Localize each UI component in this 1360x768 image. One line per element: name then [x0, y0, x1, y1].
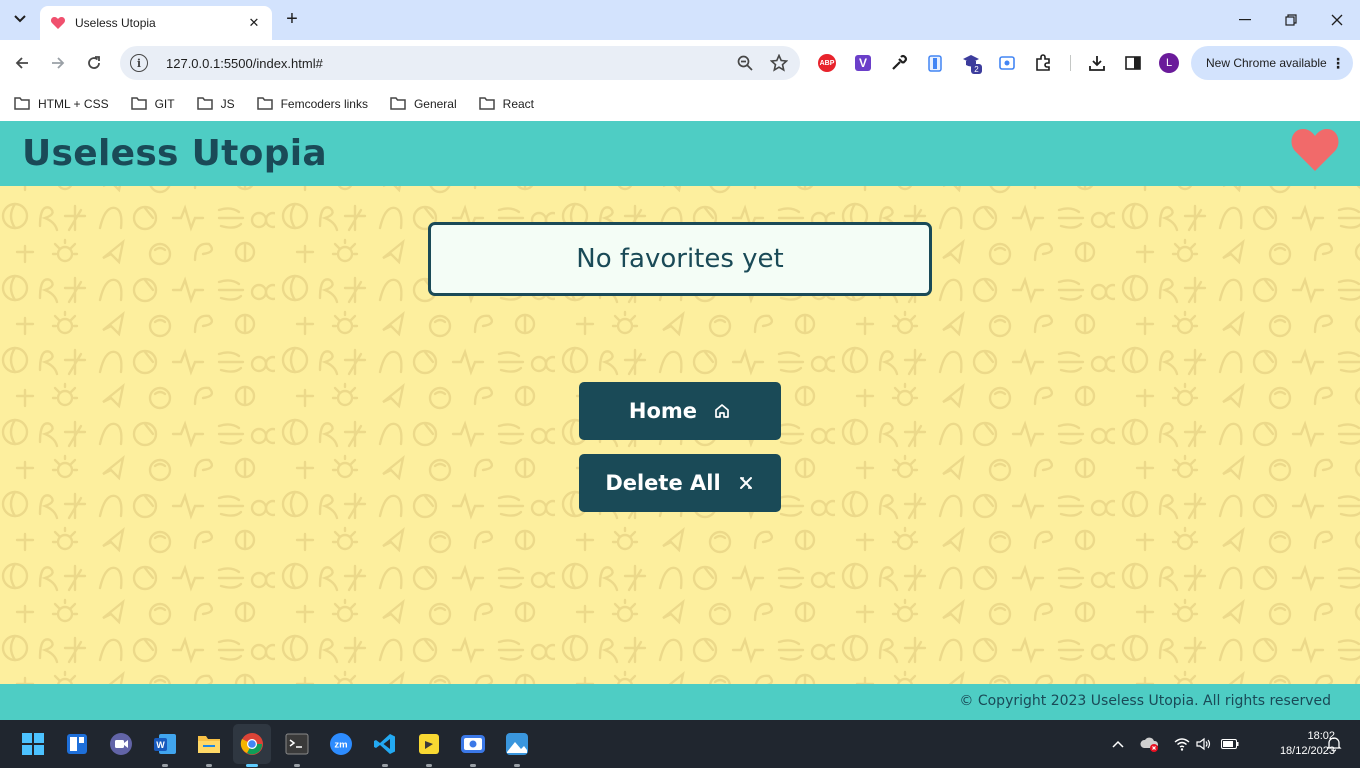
chrome-update-label: New Chrome available	[1206, 56, 1327, 70]
v-extension-icon[interactable]: V	[852, 52, 874, 74]
downloads-icon[interactable]	[1086, 52, 1108, 74]
close-icon	[737, 474, 755, 492]
tab-title: Useless Utopia	[75, 16, 156, 30]
zoom-icon[interactable]	[734, 52, 756, 74]
site-header: Useless Utopia	[0, 121, 1360, 186]
svg-text:zm: zm	[334, 740, 347, 751]
browser-tab[interactable]: Useless Utopia ✕	[40, 6, 272, 40]
address-bar[interactable]: i 127.0.0.1:5500/index.html#	[120, 46, 800, 80]
word-app[interactable]: W	[152, 731, 178, 767]
folder-icon	[130, 97, 147, 110]
close-tab-icon[interactable]: ✕	[246, 15, 262, 31]
site-footer: © Copyright 2023 Useless Utopia. All rig…	[0, 684, 1360, 720]
more-menu-icon[interactable]: ⋮	[1331, 55, 1345, 72]
back-button[interactable]	[10, 51, 34, 75]
side-panel-icon[interactable]	[1122, 52, 1144, 74]
word-icon: W	[154, 734, 176, 754]
restore-button[interactable]	[1268, 0, 1314, 40]
folder-icon	[478, 97, 495, 110]
graduation-extension-icon[interactable]: 2	[961, 52, 983, 74]
start-button[interactable]	[20, 731, 46, 757]
recorder-icon	[461, 735, 485, 753]
terminal-app[interactable]	[284, 731, 310, 767]
chevron-down-icon	[14, 15, 26, 23]
bookmarks-bar: HTML + CSS GIT JS Femcoders links Genera…	[0, 86, 1360, 121]
delete-all-button[interactable]: Delete All	[579, 454, 781, 512]
copyright-text: © Copyright 2023 Useless Utopia. All rig…	[959, 693, 1331, 709]
tab-search-button[interactable]	[8, 6, 32, 32]
sticky-notes-app[interactable]	[416, 731, 442, 767]
bookmark-html-css[interactable]: HTML + CSS	[14, 97, 109, 111]
folder-icon	[196, 97, 213, 110]
widgets-icon	[67, 734, 87, 754]
home-button[interactable]: Home	[579, 382, 781, 440]
chrome-update-button[interactable]: New Chrome available ⋮	[1191, 46, 1353, 80]
zoom-icon: zm	[330, 733, 352, 755]
vscode-app[interactable]	[372, 731, 398, 767]
arrow-right-icon	[52, 57, 65, 69]
photos-icon	[506, 733, 528, 755]
favorites-main: No favorites yet Home Delete All	[0, 186, 1360, 684]
folder-icon	[14, 97, 30, 110]
heart-icon	[50, 17, 66, 29]
sticky-notes-icon	[419, 734, 439, 754]
windows-logo-icon	[22, 733, 44, 755]
notifications-icon[interactable]	[1324, 734, 1344, 754]
profile-avatar[interactable]: L	[1158, 52, 1180, 74]
file-explorer-app[interactable]	[196, 731, 222, 767]
chevron-up-icon[interactable]	[1108, 734, 1128, 754]
color-picker-extension-icon[interactable]	[888, 52, 910, 74]
close-window-button[interactable]	[1314, 0, 1360, 40]
cloud-sync-error-icon[interactable]	[1140, 734, 1160, 754]
folder-icon	[198, 736, 220, 753]
site-title[interactable]: Useless Utopia	[22, 133, 327, 174]
delete-all-button-label: Delete All	[605, 471, 721, 495]
widgets-button[interactable]	[64, 731, 90, 757]
chrome-app[interactable]	[239, 731, 265, 767]
clipboard-extension-icon[interactable]	[924, 52, 946, 74]
home-icon	[713, 402, 731, 420]
bookmark-react[interactable]: React	[478, 97, 534, 111]
folder-icon	[256, 97, 273, 110]
battery-icon[interactable]	[1220, 734, 1240, 754]
site-info-icon[interactable]: i	[130, 54, 148, 72]
windows-taskbar: W zm 18:02 18/12/2023	[0, 720, 1360, 768]
bookmark-femcoders-links[interactable]: Femcoders links	[256, 97, 368, 111]
bookmark-js[interactable]: JS	[196, 97, 235, 111]
folder-icon	[390, 97, 406, 110]
reload-button[interactable]	[82, 51, 106, 75]
favorites-heart-icon[interactable]	[1290, 127, 1340, 173]
bookmark-star-icon[interactable]	[768, 52, 790, 74]
screen-record-extension-icon[interactable]	[996, 52, 1018, 74]
chat-icon	[110, 733, 132, 755]
forward-button[interactable]	[46, 51, 70, 75]
vscode-icon	[374, 734, 395, 754]
home-button-label: Home	[628, 399, 698, 423]
svg-text:W: W	[156, 740, 165, 750]
browser-tab-strip: Useless Utopia ✕ +	[0, 0, 1360, 40]
new-tab-button[interactable]: +	[282, 9, 302, 29]
adblock-extension-icon[interactable]: ABP	[816, 52, 838, 74]
bookmark-general[interactable]: General	[390, 97, 457, 111]
arrow-left-icon	[15, 57, 28, 69]
url-text[interactable]: 127.0.0.1:5500/index.html#	[166, 56, 722, 71]
volume-icon[interactable]	[1194, 734, 1214, 754]
no-favorites-message: No favorites yet	[428, 222, 932, 296]
teams-chat-button[interactable]	[108, 731, 134, 757]
reload-icon	[88, 56, 100, 69]
browser-toolbar: i 127.0.0.1:5500/index.html# ABP V 2 L N…	[0, 40, 1360, 86]
chrome-icon	[240, 733, 263, 755]
screen-recorder-app[interactable]	[460, 731, 486, 767]
zoom-app[interactable]: zm	[328, 731, 354, 757]
terminal-icon	[285, 733, 309, 755]
extension-badge: 2	[974, 65, 979, 74]
bookmark-git[interactable]: GIT	[130, 97, 175, 111]
wifi-icon[interactable]	[1172, 734, 1192, 754]
extensions-puzzle-icon[interactable]	[1032, 52, 1054, 74]
minimize-button[interactable]	[1222, 0, 1268, 40]
photos-app[interactable]	[504, 731, 530, 767]
toolbar-divider	[1070, 55, 1071, 71]
